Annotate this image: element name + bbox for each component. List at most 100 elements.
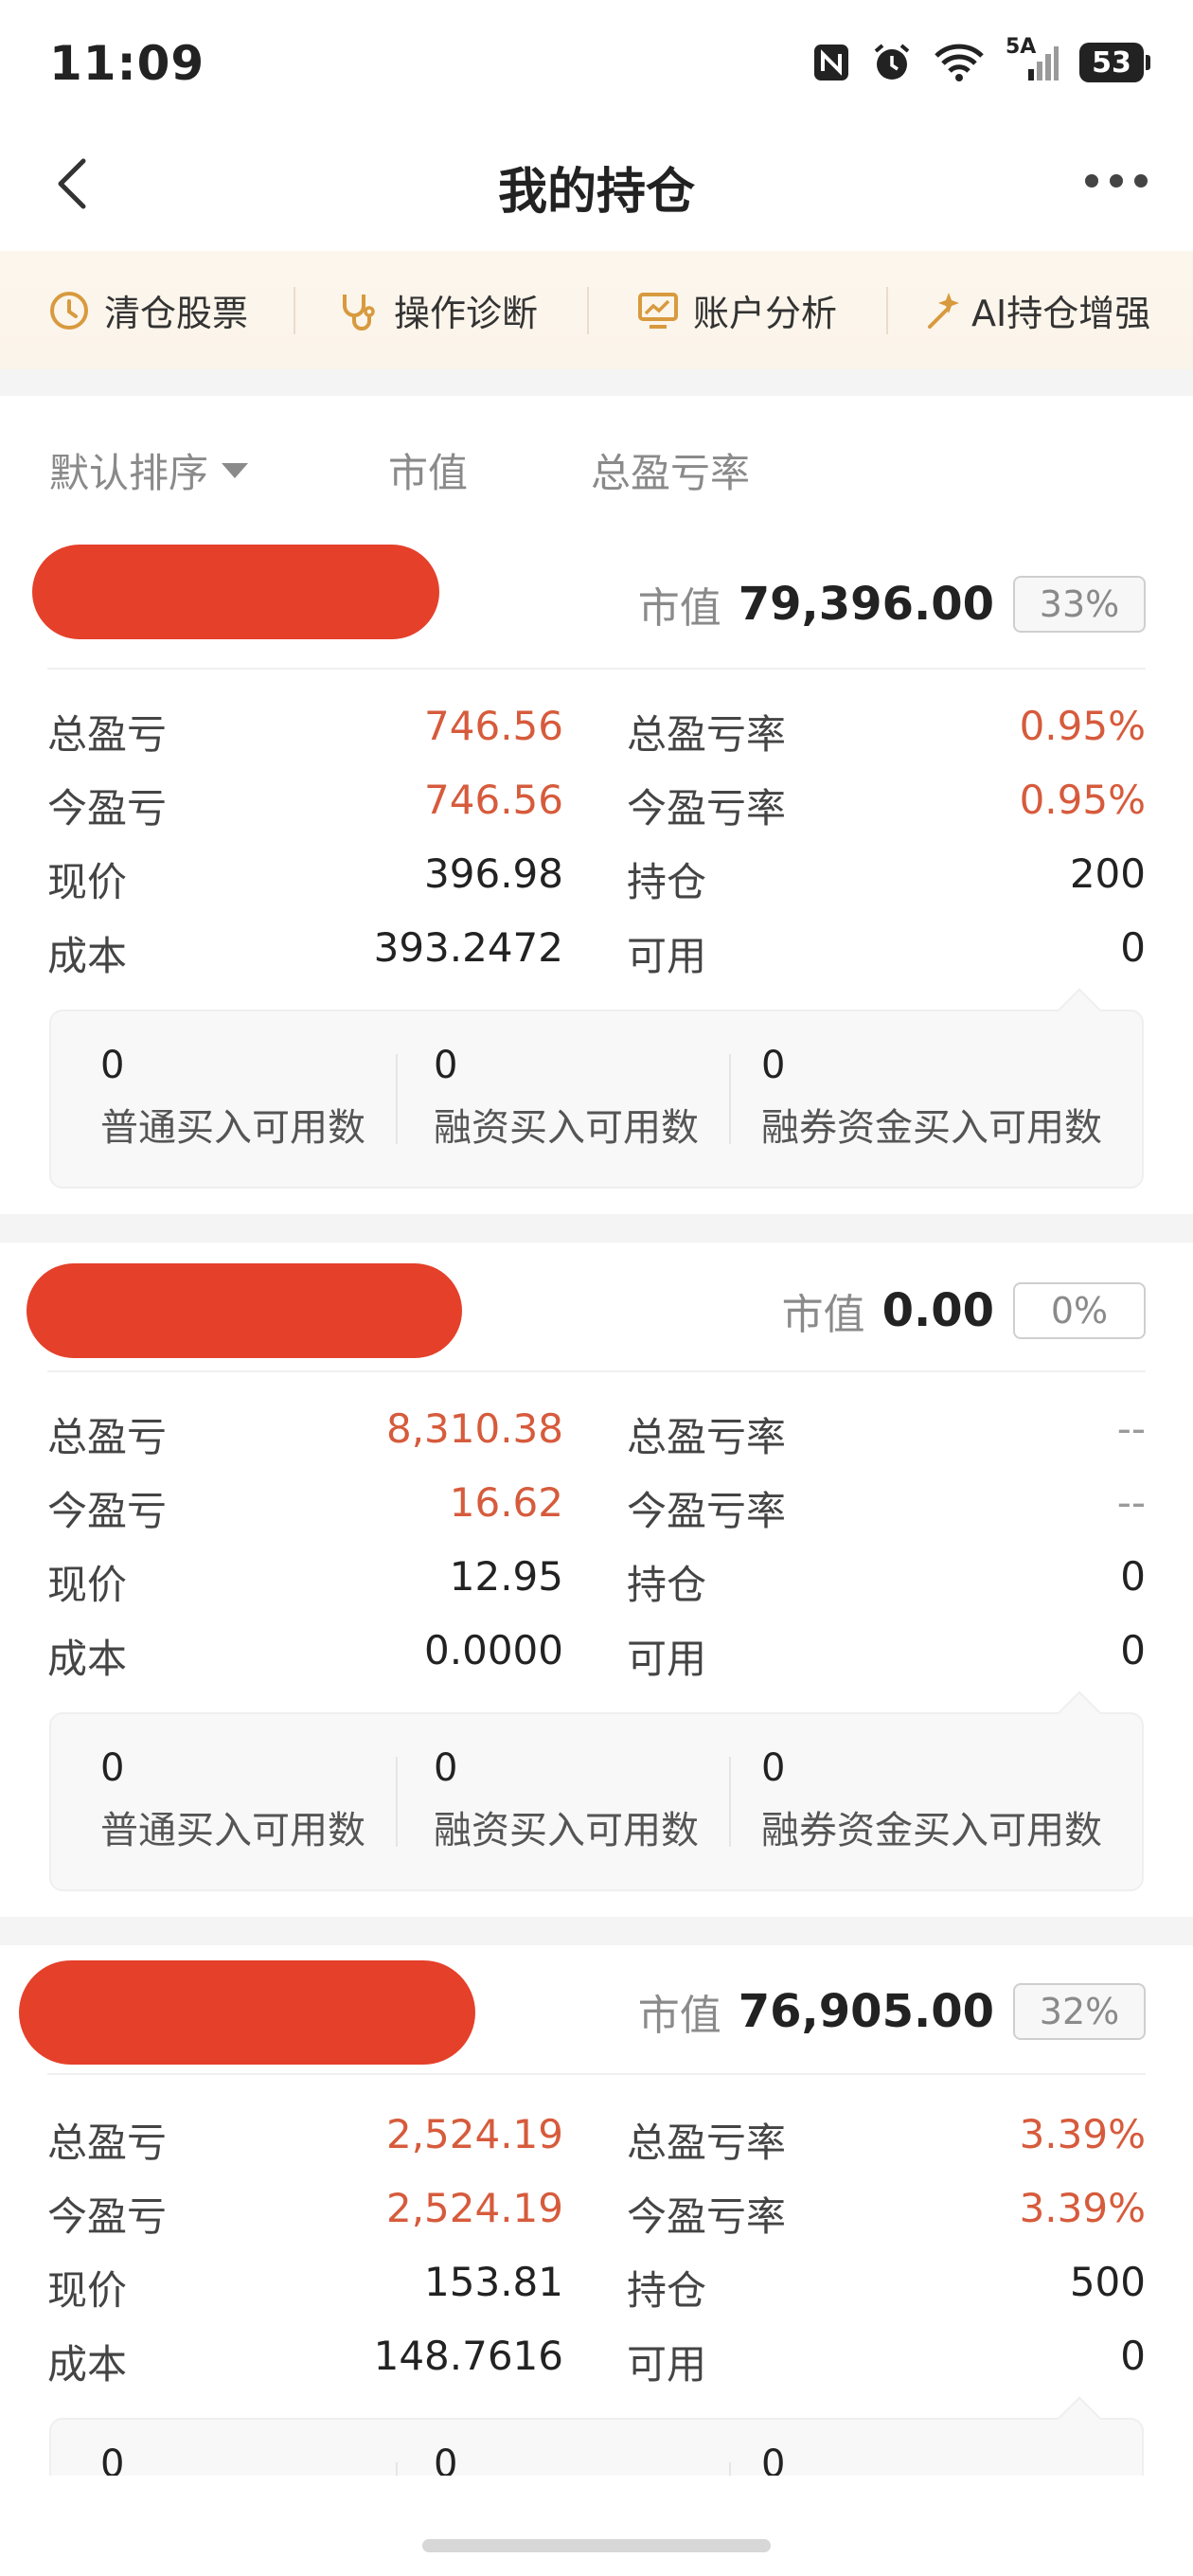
divider bbox=[47, 1370, 1146, 1372]
today-pl-rate-value: 3.39% bbox=[1019, 2185, 1146, 2231]
available-value: 0 bbox=[1120, 1627, 1146, 1673]
position-value: 500 bbox=[1069, 2259, 1146, 2305]
price-label: 现价 bbox=[47, 859, 128, 905]
tool-label: AI持仓增强 bbox=[971, 293, 1151, 334]
section-divider bbox=[0, 369, 1193, 396]
position-value: 0 bbox=[1120, 1553, 1146, 1600]
clock-icon bbox=[47, 289, 91, 332]
holding-card[interactable]: 市值 79,396.00 33% 总盈亏 746.56 总盈亏率 0.95% 今… bbox=[0, 540, 1193, 1214]
position-pct-badge: 33% bbox=[1013, 576, 1146, 633]
divider bbox=[396, 1757, 398, 1847]
pl-row: 总盈亏 8,310.38 总盈亏率 -- bbox=[47, 1405, 1146, 1472]
tool-ai-position-enhance[interactable]: AI持仓增强 bbox=[888, 251, 1150, 369]
today-pl-row: 今盈亏 16.62 今盈亏率 -- bbox=[47, 1479, 1146, 1546]
tool-operation-diagnosis[interactable]: 操作诊断 bbox=[295, 251, 538, 369]
market-value: 0.00 bbox=[881, 1284, 994, 1337]
price-row: 现价 396.98 持仓 200 bbox=[47, 850, 1146, 917]
tool-label: 清仓股票 bbox=[104, 293, 249, 334]
market-value-group: 市值 76,905.00 32% bbox=[638, 1981, 1146, 2042]
buy-availability-panel: 0 0 0 bbox=[49, 2418, 1144, 2476]
total-pl-value: 746.56 bbox=[424, 703, 563, 749]
available-label: 可用 bbox=[627, 2341, 707, 2388]
sort-default-dropdown[interactable]: 默认排序 bbox=[49, 441, 249, 499]
tool-label: 操作诊断 bbox=[394, 293, 539, 334]
pl-row: 总盈亏 2,524.19 总盈亏率 3.39% bbox=[47, 2111, 1146, 2177]
home-indicator[interactable] bbox=[422, 2539, 771, 2552]
short-cash-buy-label: 融券资金买入可用数 bbox=[761, 1809, 1102, 1852]
price-label: 现价 bbox=[47, 2267, 128, 2314]
redacted-stock-name bbox=[27, 1263, 462, 1358]
total-pl-rate-value: 3.39% bbox=[1019, 2111, 1146, 2157]
divider bbox=[729, 1757, 731, 1847]
status-icons: 5A 53 bbox=[812, 35, 1150, 83]
battery-icon: 53 bbox=[1079, 43, 1150, 82]
tool-clear-stocks[interactable]: 清仓股票 bbox=[0, 251, 248, 369]
total-pl-value: 8,310.38 bbox=[385, 1405, 563, 1452]
price-value: 153.81 bbox=[424, 2259, 563, 2305]
market-value-group: 市值 0.00 0% bbox=[782, 1280, 1146, 1341]
market-value-label: 市值 bbox=[781, 1291, 865, 1339]
divider bbox=[47, 2073, 1146, 2075]
available-label: 可用 bbox=[627, 1636, 707, 1682]
available-value: 0 bbox=[1120, 2333, 1146, 2379]
cost-label: 成本 bbox=[47, 2341, 128, 2388]
holding-card[interactable]: 市值 0.00 0% 总盈亏 8,310.38 总盈亏率 -- 今盈亏 16.6… bbox=[0, 1243, 1193, 1917]
total-pl-rate-label: 总盈亏率 bbox=[627, 711, 787, 758]
cost-row: 成本 148.7616 可用 0 bbox=[47, 2333, 1146, 2399]
total-pl-rate-value: -- bbox=[1116, 1405, 1146, 1452]
buy-availability-panel: 0 普通买入可用数 0 融资买入可用数 0 融券资金买入可用数 bbox=[49, 1712, 1144, 1891]
wifi-icon bbox=[934, 44, 985, 81]
price-value: 396.98 bbox=[424, 850, 563, 897]
price-value: 12.95 bbox=[449, 1553, 563, 1600]
price-row: 现价 153.81 持仓 500 bbox=[47, 2259, 1146, 2325]
today-pl-value: 2,524.19 bbox=[385, 2185, 563, 2231]
short-cash-buy-label: 融券资金买入可用数 bbox=[761, 1106, 1102, 1150]
tool-account-analysis[interactable]: 账户分析 bbox=[589, 251, 837, 369]
sort-market-value[interactable]: 市值 bbox=[388, 441, 468, 499]
market-value-label: 市值 bbox=[637, 1992, 721, 2040]
redacted-stock-name bbox=[32, 545, 439, 639]
cellular-signal-icon: 5A bbox=[1006, 35, 1059, 82]
divider bbox=[729, 1054, 731, 1144]
divider bbox=[396, 2462, 398, 2476]
total-pl-rate-label: 总盈亏率 bbox=[627, 1414, 787, 1460]
price-label: 现价 bbox=[47, 1562, 128, 1608]
divider bbox=[47, 668, 1146, 670]
normal-buy-label: 普通买入可用数 bbox=[100, 1809, 365, 1852]
sparkle-arrow-icon bbox=[920, 289, 964, 332]
pl-row: 总盈亏 746.56 总盈亏率 0.95% bbox=[47, 703, 1146, 769]
price-row: 现价 12.95 持仓 0 bbox=[47, 1553, 1146, 1619]
holding-card[interactable]: 市值 76,905.00 32% 总盈亏 2,524.19 总盈亏率 3.39%… bbox=[0, 1945, 1193, 2476]
normal-buy-label: 普通买入可用数 bbox=[100, 1106, 365, 1150]
today-pl-rate-label: 今盈亏率 bbox=[627, 1488, 787, 1534]
margin-buy-count: 0 bbox=[434, 1746, 458, 1790]
margin-buy-count: 0 bbox=[434, 2442, 458, 2476]
margin-buy-label: 融资买入可用数 bbox=[434, 1809, 699, 1852]
position-value: 200 bbox=[1069, 850, 1146, 897]
sort-bar: 默认排序 市值 总盈亏率 bbox=[0, 396, 1193, 538]
more-options-icon[interactable] bbox=[1085, 174, 1148, 188]
today-pl-value: 16.62 bbox=[449, 1479, 563, 1526]
market-value-label: 市值 bbox=[637, 584, 721, 633]
position-label: 持仓 bbox=[627, 1562, 707, 1608]
total-pl-rate-value: 0.95% bbox=[1019, 703, 1146, 749]
cost-row: 成本 0.0000 可用 0 bbox=[47, 1627, 1146, 1693]
quick-tools-bar: 清仓股票 操作诊断 账户分析 AI持仓增强 bbox=[0, 251, 1193, 369]
available-label: 可用 bbox=[627, 933, 707, 979]
total-pl-label: 总盈亏 bbox=[47, 2120, 168, 2166]
sort-total-pl-rate[interactable]: 总盈亏率 bbox=[591, 441, 750, 499]
today-pl-label: 今盈亏 bbox=[47, 2193, 168, 2240]
cost-row: 成本 393.2472 可用 0 bbox=[47, 924, 1146, 991]
normal-buy-count: 0 bbox=[100, 2442, 125, 2476]
sort-default-label: 默认排序 bbox=[49, 450, 209, 496]
margin-buy-count: 0 bbox=[434, 1044, 458, 1087]
available-value: 0 bbox=[1120, 924, 1146, 971]
today-pl-rate-label: 今盈亏率 bbox=[627, 785, 787, 832]
today-pl-rate-value: 0.95% bbox=[1019, 777, 1146, 823]
position-pct-badge: 32% bbox=[1013, 1983, 1146, 2040]
normal-buy-count: 0 bbox=[100, 1746, 125, 1790]
position-label: 持仓 bbox=[627, 2267, 707, 2314]
status-time: 11:09 bbox=[49, 36, 205, 91]
today-pl-row: 今盈亏 2,524.19 今盈亏率 3.39% bbox=[47, 2185, 1146, 2251]
position-pct-badge: 0% bbox=[1013, 1282, 1146, 1339]
